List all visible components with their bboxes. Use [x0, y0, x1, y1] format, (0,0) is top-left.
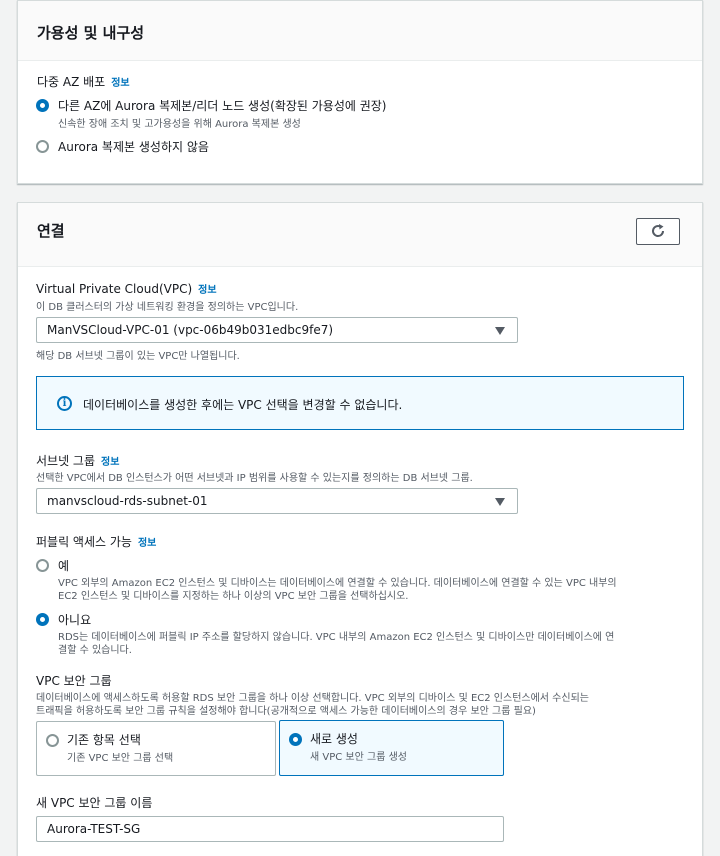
radio-public-yes[interactable]	[36, 559, 49, 572]
tile-description: 기존 VPC 보안 그룹 선택	[67, 753, 174, 764]
connectivity-header: 연결	[18, 203, 702, 267]
new-sg-name-input[interactable]: Aurora-TEST-SG	[36, 816, 504, 842]
caret-down-icon	[495, 327, 505, 335]
option-description: 신속한 장애 조치 및 고가용성을 위해 Aurora 복제본 생성	[58, 119, 301, 130]
vpc-label: Virtual Private Cloud(VPC) 정보	[36, 282, 217, 296]
refresh-icon	[652, 224, 665, 237]
availability-header: 가용성 및 내구성	[18, 1, 702, 61]
radio-multi-az-create[interactable]	[36, 99, 49, 112]
option-description-line: EC2 인스턴스 및 디바이스를 지정하는 하나 이상의 VPC 보안 그룹을 …	[58, 591, 409, 602]
radio-multi-az-none[interactable]	[36, 140, 49, 153]
refresh-button[interactable]	[636, 218, 680, 245]
vpc-hint: 해당 DB 서브넷 그룹이 있는 VPC만 나열됩니다.	[36, 351, 240, 362]
subnet-select-value: manvscloud-rds-subnet-01	[47, 494, 208, 508]
info-link[interactable]: 정보	[198, 285, 216, 296]
subnet-group-label: 서브넷 그룹 정보	[36, 454, 120, 468]
caret-down-icon	[495, 498, 505, 506]
tile-label: 새로 생성	[310, 732, 358, 746]
input-value: Aurora-TEST-SG	[47, 822, 141, 836]
option-label: Aurora 복제본 생성하지 않음	[58, 140, 209, 154]
option-description-line: 결할 수 있습니다.	[58, 645, 132, 656]
public-access-label: 퍼블릭 액세스 가능 정보	[36, 535, 157, 549]
radio-public-no[interactable]	[36, 613, 49, 626]
alert-text: 데이터베이스를 생성한 후에는 VPC 선택을 변경할 수 없습니다.	[83, 398, 403, 412]
option-label: 예	[58, 559, 70, 573]
option-label: 아니요	[58, 613, 92, 627]
option-description-line: RDS는 데이터베이스에 퍼블릭 IP 주소를 할당하지 않습니다. VPC 내…	[58, 632, 615, 643]
connectivity-panel: 연결 Virtual Private Cloud(VPC) 정보 이 DB 클러스…	[17, 202, 703, 856]
radio-existing-sg[interactable]	[46, 734, 59, 747]
option-label: 다른 AZ에 Aurora 복제본/리더 노드 생성(확장된 가용성에 권장)	[58, 99, 387, 113]
vpc-select[interactable]: ManVSCloud-VPC-01 (vpc-06b49b031edbc9fe7…	[36, 317, 518, 343]
multi-az-label: 다중 AZ 배포 정보	[37, 75, 130, 89]
subnet-group-select[interactable]: manvscloud-rds-subnet-01	[36, 488, 518, 514]
info-link[interactable]: 정보	[101, 457, 119, 468]
new-sg-name-label: 새 VPC 보안 그룹 이름	[36, 796, 153, 810]
vpc-alert: i 데이터베이스를 생성한 후에는 VPC 선택을 변경할 수 없습니다.	[36, 376, 684, 430]
tile-new-sg[interactable]: 새로 생성 새 VPC 보안 그룹 생성	[279, 720, 504, 776]
vpc-description: 이 DB 클러스터의 가상 네트워킹 환경을 정의하는 VPC입니다.	[36, 302, 299, 313]
tile-label: 기존 항목 선택	[67, 733, 141, 747]
subnet-group-description: 선택한 VPC에서 DB 인스턴스가 어떤 서브넷과 IP 범위를 사용할 수 …	[36, 473, 473, 484]
info-icon: i	[57, 396, 72, 411]
tile-description: 새 VPC 보안 그룹 생성	[310, 752, 407, 763]
security-group-description-line: 트래픽을 허용하도록 보안 그룹 규칙을 설정해야 합니다(공개적으로 액세스 …	[36, 706, 536, 717]
radio-new-sg[interactable]	[289, 733, 302, 746]
availability-panel: 가용성 및 내구성 다중 AZ 배포 정보 다른 AZ에 Aurora 복제본/리…	[17, 0, 703, 184]
security-group-label: VPC 보안 그룹	[36, 674, 112, 688]
panel-title: 연결	[37, 222, 65, 240]
tile-existing-sg[interactable]: 기존 항목 선택 기존 VPC 보안 그룹 선택	[36, 721, 276, 776]
info-link[interactable]: 정보	[138, 538, 156, 549]
info-link[interactable]: 정보	[111, 78, 129, 89]
vpc-select-value: ManVSCloud-VPC-01 (vpc-06b49b031edbc9fe7…	[47, 323, 334, 337]
panel-title: 가용성 및 내구성	[37, 24, 145, 42]
